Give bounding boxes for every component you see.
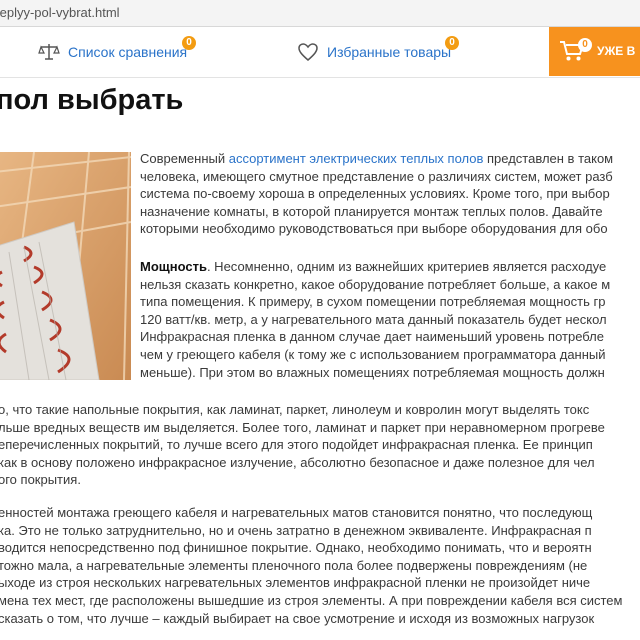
intro-line: система по-своему хороша в определенных … [140, 186, 610, 202]
heart-icon [297, 41, 319, 63]
coverings-line: льше вредных веществ им выделяется. Боле… [0, 419, 605, 435]
installation-line: ыходе из строя нескольких нагревательных… [0, 575, 591, 591]
top-navigation: Список сравнения 0 Избранные товары 0 [0, 27, 640, 78]
power-paragraph: Мощность. Несомненно, одним из важнейших… [140, 258, 610, 381]
power-line: типа помещения. К примеру, в сухом помещ… [140, 294, 606, 310]
installation-line: сказать о том, что лучше – каждый выбира… [0, 610, 595, 626]
cart-label: УЖЕ В [597, 44, 636, 58]
compare-count-badge: 0 [182, 36, 196, 50]
power-line: меньше). При этом во влажных помещениях … [140, 364, 605, 380]
favorites-count-badge: 0 [445, 36, 459, 50]
cart-count-badge: 0 [578, 38, 592, 52]
power-line: чем у греющего кабеля (к тому же с испол… [140, 346, 606, 362]
installation-line: ка. Это не только затруднительно, но и о… [0, 522, 592, 538]
intro-text-start: Современный [140, 151, 229, 166]
coverings-paragraph: о, что такие напольные покрытия, как лам… [0, 401, 605, 489]
intro-line: человека, имеющего смутное представление… [140, 168, 613, 184]
installation-paragraph: енностей монтажа греющего кабеля и нагре… [0, 504, 622, 627]
power-heading: Мощность [140, 259, 207, 274]
floor-heating-photo [0, 152, 131, 380]
intro-paragraph: Современный ассортимент электрических те… [140, 150, 613, 238]
address-bar[interactable]: teplyy-pol-vybrat.html [0, 0, 640, 27]
coverings-line: о, что такие напольные покрытия, как лам… [0, 402, 590, 417]
coverings-line: как в основу положено инфракрасное излуч… [0, 454, 595, 470]
coverings-line: ого покрытия. [0, 472, 81, 488]
favorites-label: Избранные товары [327, 44, 452, 60]
installation-line: водится непосредственно под финишное пок… [0, 540, 592, 556]
compare-list-link[interactable]: Список сравнения 0 [38, 27, 196, 77]
electric-floors-link[interactable]: ассортимент электрических теплых полов [229, 151, 484, 166]
power-line: Инфракрасная пленка в данном случае дает… [140, 329, 604, 345]
scales-icon [38, 41, 60, 63]
favorites-link[interactable]: Избранные товары 0 [297, 27, 459, 77]
power-text-start: . Несомненно, одним из важнейших критери… [206, 259, 607, 274]
intro-line: которыми необходимо руководствоваться пр… [140, 221, 608, 237]
intro-text-end: представлен в таком [483, 151, 614, 166]
installation-line: мена тех мест, где расположены вышедшие … [0, 592, 623, 608]
installation-line: тожно мала, а нагревательные элементы пл… [0, 557, 588, 573]
compare-list-label: Список сравнения [68, 44, 188, 60]
power-line: нельзя сказать конкретно, какое оборудов… [140, 276, 611, 292]
intro-line: назначение комнаты, в которой планируетс… [140, 203, 603, 219]
url-text: teplyy-pol-vybrat.html [0, 5, 120, 20]
installation-line: енностей монтажа греющего кабеля и нагре… [0, 505, 593, 520]
coverings-line: еперечисленных покрытий, то лучше всего … [0, 437, 593, 453]
page-title: пол выбрать [0, 84, 184, 116]
cart-button[interactable]: 0 УЖЕ В [549, 27, 640, 76]
power-line: 120 ватт/кв. метр, а у нагревательного м… [140, 311, 607, 327]
